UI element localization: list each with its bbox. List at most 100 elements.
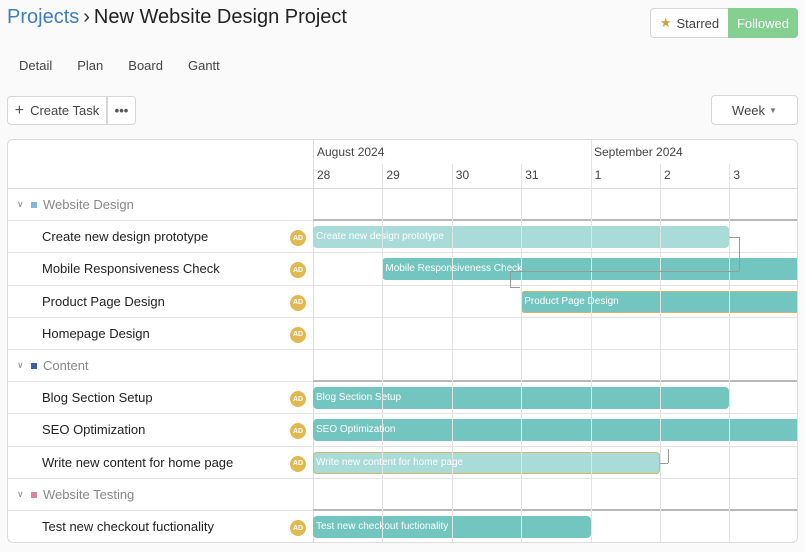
group-row[interactable]: ∨ Content (8, 350, 797, 383)
page-title: Projects › New Website Design Project (7, 6, 347, 29)
scale-dropdown[interactable]: Week ▼ (711, 95, 798, 125)
tab-detail[interactable]: Detail (19, 58, 52, 73)
month-label: September 2024 (594, 145, 683, 159)
avatar[interactable]: AD (290, 326, 306, 343)
header-day-separator (451, 164, 453, 188)
header-day-separator (590, 164, 592, 188)
group-row[interactable]: ∨ Website Testing (8, 479, 797, 511)
row-label-cell: Blog Section Setup AD (8, 382, 313, 413)
header-grid-line (590, 140, 592, 164)
task-row[interactable]: Product Page Design AD Product Page Design (8, 286, 797, 318)
chevron-down-icon[interactable]: ∨ (17, 360, 24, 371)
grid-line (521, 188, 523, 542)
row-label-cell: Create new design prototype AD (8, 221, 313, 252)
task-row[interactable]: Blog Section Setup AD Blog Section Setup (8, 382, 797, 415)
row-label-cell: SEO Optimization AD (8, 414, 313, 445)
chevron-down-icon: ▼ (769, 105, 777, 115)
day-label: 3 (733, 168, 741, 182)
task-name[interactable]: Blog Section Setup (42, 390, 153, 405)
task-name[interactable]: Product Page Design (42, 294, 165, 309)
tab-plan[interactable]: Plan (77, 58, 103, 73)
avatar[interactable]: AD (290, 391, 306, 408)
row-label-cell: ∨ Website Design (8, 189, 313, 220)
dependency-connector (729, 237, 740, 239)
row-label-cell: Mobile Responsiveness Check AD (8, 253, 313, 284)
day-label: 30 (455, 168, 470, 182)
dependency-connector (510, 287, 520, 289)
followed-label: Followed (736, 15, 790, 31)
avatar[interactable]: AD (290, 520, 306, 536)
breadcrumb-separator: › (83, 6, 90, 28)
day-label: 29 (386, 168, 400, 182)
group-label: Website Design (43, 197, 134, 212)
day-label: 31 (525, 168, 539, 182)
followed-button[interactable]: Followed (728, 8, 798, 38)
create-task-button[interactable]: + Create Task (7, 96, 107, 125)
task-row[interactable]: SEO Optimization AD SEO Optimization (8, 414, 797, 447)
task-row[interactable]: Create new design prototype AD Create new … (8, 221, 797, 254)
task-row[interactable]: Homepage Design AD (8, 318, 797, 350)
project-name: New Website Design Project (93, 6, 347, 28)
task-bar[interactable]: Write new content for home page (313, 451, 660, 474)
row-label-cell: Product Page Design AD (8, 286, 313, 317)
timeline-header: August 2024 September 2024 28 29 30 31 1 2 3 (313, 140, 797, 188)
create-task-label: Create Task (30, 103, 100, 118)
task-name[interactable]: SEO Optimization (42, 422, 145, 437)
task-name[interactable]: Homepage Design (42, 326, 150, 341)
grid-line (660, 188, 661, 542)
more-icon: ••• (114, 103, 129, 118)
view-tabs: Detail Plan Board Gantt (19, 58, 245, 73)
day-label: 2 (664, 168, 671, 182)
grid-line (451, 188, 453, 542)
row-label-cell: ∨ Content (8, 350, 313, 381)
avatar[interactable]: AD (290, 230, 306, 247)
chevron-down-icon[interactable]: ∨ (17, 199, 24, 210)
group-label: Content (43, 358, 89, 373)
chevron-down-icon[interactable]: ∨ (17, 489, 24, 500)
follow-controls: ★ Starred Followed (650, 8, 798, 38)
header-day-separator (382, 164, 384, 188)
month-label: August 2024 (317, 145, 385, 159)
row-label-cell: ∨ Website Testing (8, 479, 313, 510)
starred-label: Starred (676, 15, 720, 31)
avatar[interactable]: AD (290, 262, 306, 279)
task-list-header (8, 140, 313, 188)
task-row[interactable]: Mobile Responsiveness Check AD Mobile Resp… (8, 253, 797, 286)
row-label-cell: Test new checkout fuctionality AD (8, 511, 313, 542)
tab-board[interactable]: Board (128, 58, 163, 73)
day-label: 1 (594, 168, 602, 182)
starred-button[interactable]: ★ Starred (650, 8, 728, 38)
plus-icon: + (14, 101, 25, 119)
row-label-cell: Homepage Design AD (8, 318, 313, 349)
grid-line (729, 188, 731, 542)
task-row[interactable]: Test new checkout fuctionality AD Test new… (8, 511, 797, 542)
grid-line (590, 188, 592, 542)
avatar[interactable]: AD (290, 423, 306, 440)
task-name[interactable]: Test new checkout fuctionality (42, 519, 214, 534)
breadcrumb-projects-link[interactable]: Projects (7, 6, 79, 28)
dependency-connector (510, 271, 511, 288)
task-name[interactable]: Mobile Responsiveness Check (42, 261, 220, 276)
day-label: 28 (317, 168, 331, 182)
header-day-separator (729, 164, 731, 188)
avatar[interactable]: AD (290, 294, 306, 311)
dependency-connector (739, 237, 741, 272)
task-row[interactable]: Write new content for home page AD Write n… (8, 447, 797, 479)
group-color-marker (31, 363, 37, 369)
grid-line (382, 188, 384, 542)
group-row[interactable]: ∨ Website Design (8, 189, 797, 222)
more-options-button[interactable]: ••• (107, 96, 136, 125)
scale-label: Week (732, 102, 766, 118)
header-day-separator (660, 164, 661, 188)
task-bar[interactable]: SEO Optimization (313, 419, 797, 442)
task-name[interactable]: Create new design prototype (42, 229, 208, 244)
dependency-connector (510, 271, 740, 273)
group-label: Website Testing (43, 486, 135, 502)
dependency-connector (660, 462, 668, 464)
row-label-cell: Write new content for home page AD (8, 447, 313, 478)
dependency-connector (668, 448, 669, 463)
task-name[interactable]: Write new content for home page (42, 455, 233, 470)
star-icon: ★ (659, 15, 672, 30)
tab-gantt[interactable]: Gantt (188, 58, 220, 73)
avatar[interactable]: AD (290, 455, 306, 472)
